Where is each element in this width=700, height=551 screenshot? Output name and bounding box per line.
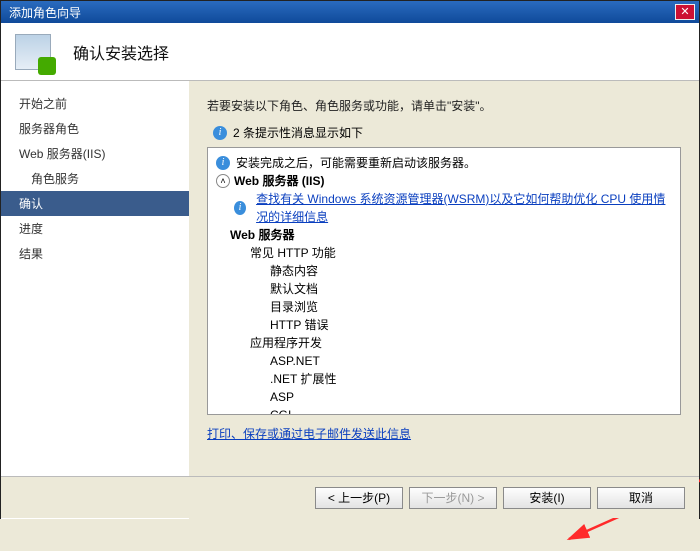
tree-item: ASP.NET [270, 352, 672, 370]
help-link-row: i 查找有关 Windows 系统资源管理器(WSRM)以及它如何帮助优化 CP… [216, 190, 672, 226]
sidebar-item-confirm[interactable]: 确认 [1, 191, 189, 216]
tree-group-appdev: 应用程序开发 [250, 334, 672, 352]
install-button[interactable]: 安装(I) [503, 487, 591, 509]
next-button: 下一步(N) > [409, 487, 497, 509]
tree-root: Web 服务器 [230, 228, 294, 242]
info-messages-header: i 2 条提示性消息显示如下 [213, 124, 681, 141]
cancel-button[interactable]: 取消 [597, 487, 685, 509]
info-icon: i [213, 126, 227, 140]
sidebar-item-progress[interactable]: 进度 [1, 216, 189, 241]
titlebar: 添加角色向导 ✕ [1, 1, 699, 23]
intro-text: 若要安装以下角色、角色服务或功能，请单击"安装"。 [207, 97, 681, 114]
wizard-window: 添加角色向导 ✕ 确认安装选择 开始之前 服务器角色 Web 服务器(IIS) … [0, 0, 700, 519]
restart-note-row: i 安装完成之后，可能需要重新启动该服务器。 [216, 154, 672, 172]
info-icon: i [216, 156, 230, 170]
window-title: 添加角色向导 [5, 4, 81, 21]
button-bar: < 上一步(P) 下一步(N) > 安装(I) 取消 [1, 476, 699, 518]
tree-item: 静态内容 [270, 262, 672, 280]
tree-item: CGI [270, 406, 672, 415]
wsrm-help-link[interactable]: 查找有关 Windows 系统资源管理器(WSRM)以及它如何帮助优化 CPU … [256, 190, 672, 226]
tree-group-http: 常见 HTTP 功能 [250, 244, 672, 262]
tree-item: ASP [270, 388, 672, 406]
sidebar-item-results[interactable]: 结果 [1, 241, 189, 266]
role-heading-row: ˄ Web 服务器 (IIS) [216, 172, 672, 190]
tree-item: 默认文档 [270, 280, 672, 298]
sidebar-item-role-services[interactable]: 角色服务 [1, 166, 189, 191]
sidebar-item-before-begin[interactable]: 开始之前 [1, 91, 189, 116]
wizard-header: 确认安装选择 [1, 23, 699, 81]
page-title: 确认安装选择 [73, 40, 169, 64]
sidebar-item-server-roles[interactable]: 服务器角色 [1, 116, 189, 141]
wizard-main: 若要安装以下角色、角色服务或功能，请单击"安装"。 i 2 条提示性消息显示如下… [189, 81, 699, 519]
details-panel[interactable]: i 安装完成之后，可能需要重新启动该服务器。 ˄ Web 服务器 (IIS) i… [207, 147, 681, 415]
role-tree: Web 服务器 常见 HTTP 功能 静态内容 默认文档 目录浏览 HTTP 错… [230, 226, 672, 415]
tree-item: HTTP 错误 [270, 316, 672, 334]
server-role-icon [15, 34, 51, 70]
sidebar-item-web-server-iis[interactable]: Web 服务器(IIS) [1, 141, 189, 166]
wizard-sidebar: 开始之前 服务器角色 Web 服务器(IIS) 角色服务 确认 进度 结果 [1, 81, 189, 519]
previous-button[interactable]: < 上一步(P) [315, 487, 403, 509]
close-button[interactable]: ✕ [675, 4, 695, 20]
info-count-text: 2 条提示性消息显示如下 [233, 124, 363, 141]
role-heading: Web 服务器 (IIS) [234, 172, 324, 190]
tree-item: .NET 扩展性 [270, 370, 672, 388]
print-save-email-link[interactable]: 打印、保存或通过电子邮件发送此信息 [207, 425, 411, 442]
wizard-body: 开始之前 服务器角色 Web 服务器(IIS) 角色服务 确认 进度 结果 若要… [1, 81, 699, 519]
restart-note: 安装完成之后，可能需要重新启动该服务器。 [236, 154, 476, 172]
tree-item: 目录浏览 [270, 298, 672, 316]
info-icon: i [234, 201, 246, 215]
collapse-icon[interactable]: ˄ [216, 174, 230, 188]
